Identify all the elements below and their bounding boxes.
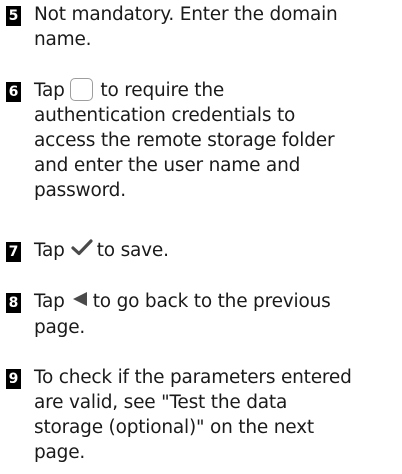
checkbox-icon [69,77,93,101]
step-6: 6 Tap to require the authentication cred… [6,77,396,203]
step-number: 8 [6,293,21,313]
instruction-page: 5 Not mandatory. Enter the domain name. … [0,0,402,474]
step-text: To check if the parameters entered are v… [34,367,352,463]
step-number: 6 [6,82,21,102]
step-text: Tap to require the authentication creden… [34,77,396,203]
step-5: 5 Not mandatory. Enter the domain name. [6,2,396,52]
step-8: 8 Tap to go back to the previous page. [6,289,396,340]
step-number: 9 [6,369,21,389]
step-number: 5 [6,6,21,26]
back-triangle-icon [71,289,89,314]
step-7: 7 Tap to save. [6,238,396,264]
step-text: Tap to save. [34,238,396,264]
step-number: 7 [6,242,21,262]
step-9: 9 To check if the parameters entered are… [6,365,396,465]
step-text: Tap to go back to the previous page. [34,289,396,340]
step-text: Not mandatory. Enter the domain name. [34,4,338,50]
check-icon [71,238,93,263]
